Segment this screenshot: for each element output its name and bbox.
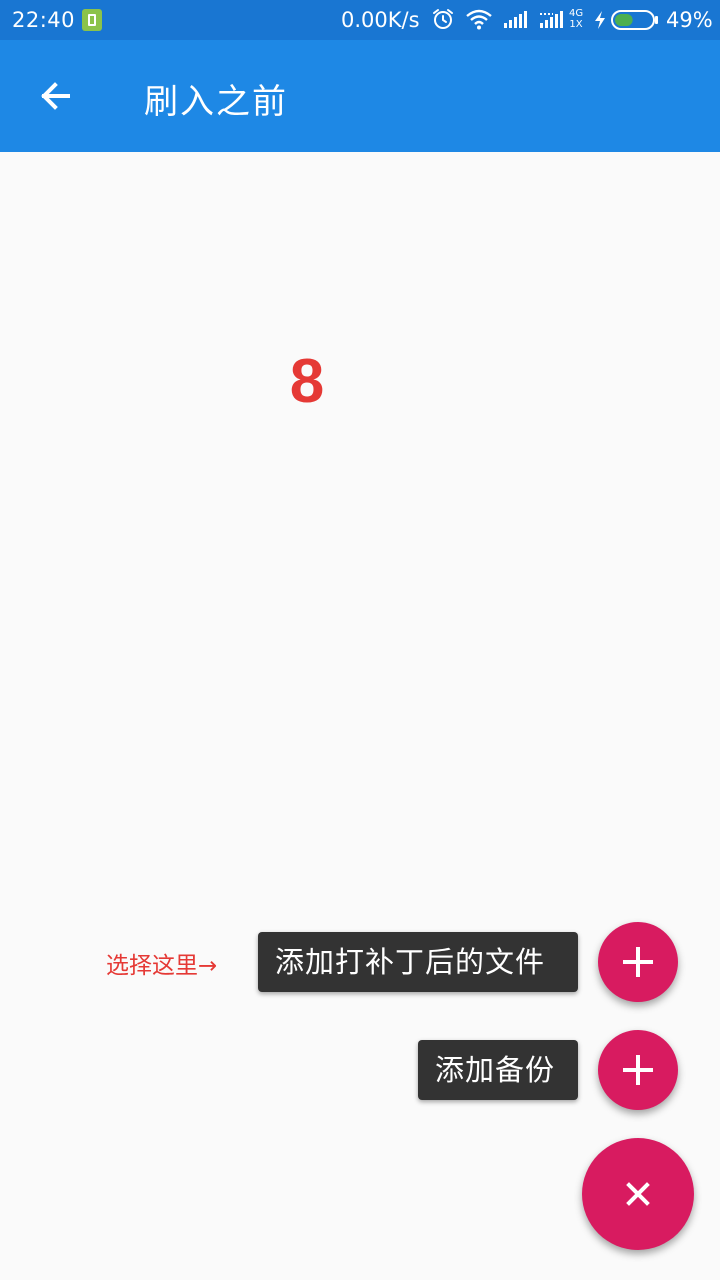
network-type: 4G 1X — [569, 8, 583, 30]
back-arrow-icon[interactable] — [28, 68, 84, 124]
network-type-bottom: 1X — [569, 19, 583, 30]
add-backup-button[interactable] — [598, 1030, 678, 1110]
close-icon — [626, 1182, 650, 1206]
plus-icon — [623, 947, 653, 977]
add-backup-label[interactable]: 添加备份 — [418, 1040, 578, 1100]
charge-icon — [595, 11, 605, 29]
battery-percent: 49% — [666, 8, 713, 32]
add-patched-file-label[interactable]: 添加打补丁后的文件 — [258, 932, 578, 992]
alarm-icon — [433, 9, 453, 29]
screen: 22:40 0.00K/s 4G 1X 49% 刷入之前 8 选择这里→ 添加打… — [0, 0, 720, 1280]
app-bar: 刷入之前 — [0, 40, 720, 152]
page-title: 刷入之前 — [144, 82, 288, 122]
signal-icon — [504, 11, 527, 28]
battery-fill — [615, 14, 633, 26]
status-bar: 22:40 0.00K/s 4G 1X 49% — [0, 0, 720, 40]
hint-text: 选择这里→ — [106, 953, 218, 979]
wifi-icon — [466, 9, 492, 30]
plus-icon — [623, 1055, 653, 1085]
status-net-speed: 0.00K/s — [341, 8, 420, 32]
battery-icon — [611, 10, 658, 30]
counter-value: 8 — [289, 347, 325, 416]
add-patched-file-button[interactable] — [598, 922, 678, 1002]
network-type-top: 4G — [569, 8, 584, 19]
status-time: 22:40 — [12, 8, 76, 32]
close-menu-button[interactable] — [582, 1138, 694, 1250]
signal-icon-secondary — [540, 11, 563, 28]
sim-icon — [82, 9, 102, 31]
